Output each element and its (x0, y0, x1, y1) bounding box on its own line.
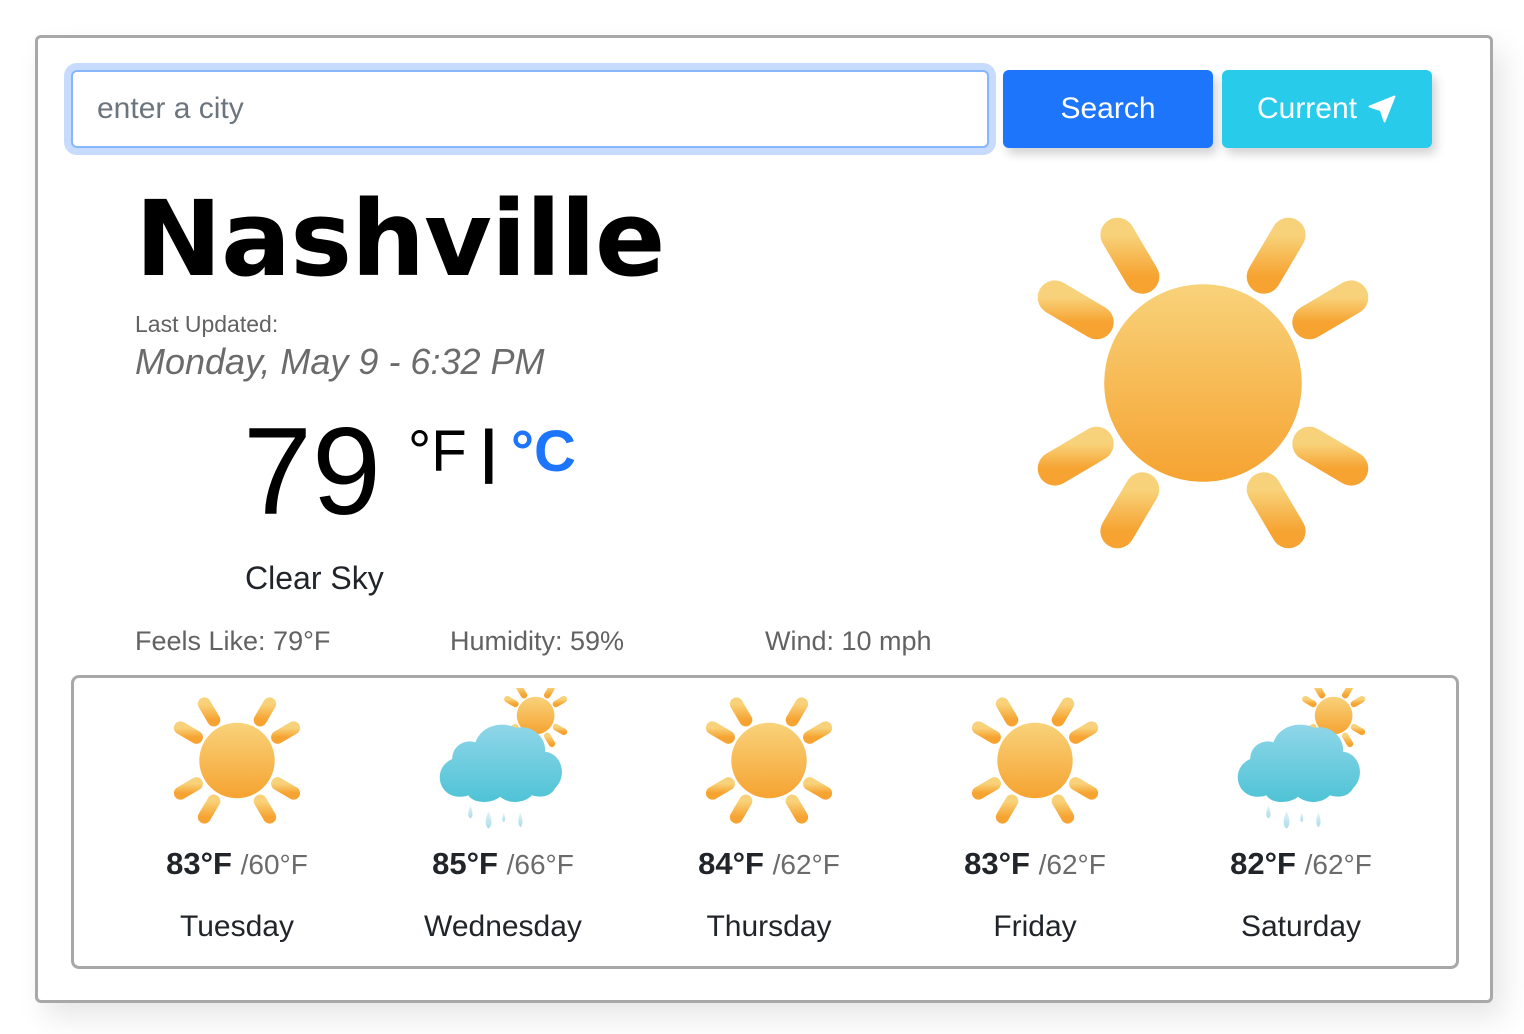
sun-icon (694, 688, 844, 833)
wind: Wind: 10 mph (765, 626, 932, 656)
location-arrow-icon (1368, 95, 1396, 123)
forecast-min: /66°F (506, 849, 574, 880)
current-location-button[interactable]: Current (1222, 70, 1432, 148)
celsius-link[interactable]: °C (511, 423, 576, 481)
forecast-max: 83°F (964, 846, 1030, 881)
forecast-day: 83°F /60°F Tuesday (104, 678, 370, 966)
forecast-day-name: Tuesday (180, 910, 294, 943)
forecast-day-name: Thursday (706, 910, 832, 943)
forecast-temps: 85°F /66°F (370, 846, 636, 882)
unit-separator: | (480, 419, 497, 484)
rain-cloud-sun-icon (428, 688, 578, 833)
sun-icon (1003, 193, 1403, 573)
city-search-input[interactable] (71, 70, 989, 148)
feels-like: Feels Like: 79°F (135, 626, 331, 656)
fahrenheit-link[interactable]: °F (408, 423, 467, 481)
forecast-max: 85°F (432, 846, 498, 881)
forecast-max: 83°F (166, 846, 232, 881)
forecast-day-name: Friday (993, 910, 1077, 943)
last-updated-date: Monday, May 9 - 6:32 PM (135, 341, 545, 382)
sun-icon (162, 688, 312, 833)
forecast-temps: 83°F /60°F (104, 846, 370, 882)
forecast-temps: 84°F /62°F (636, 846, 902, 882)
forecast-day: 82°F /62°F Saturday (1168, 678, 1434, 966)
last-updated-label: Last Updated: (135, 311, 279, 337)
forecast-day: 83°F /62°F Friday (902, 678, 1168, 966)
search-button-label: Search (1060, 92, 1156, 125)
forecast-max: 82°F (1230, 846, 1296, 881)
humidity: Humidity: 59% (450, 626, 625, 656)
forecast-day: 85°F /66°F Wednesday (370, 678, 636, 966)
forecast-max: 84°F (698, 846, 764, 881)
current-temperature: 79 (243, 403, 381, 541)
forecast-temps: 82°F /62°F (1168, 846, 1434, 882)
weather-app: Search Current Nashville Last Updated: M… (35, 35, 1493, 1003)
forecast-temps: 83°F /62°F (902, 846, 1168, 882)
current-button-label: Current (1256, 92, 1358, 125)
weather-details: Feels Like: 79°F Humidity: 59% Wind: 10 … (135, 626, 932, 657)
forecast-min: /60°F (240, 849, 308, 880)
sun-icon (960, 688, 1110, 833)
unit-toggle: °F | °C (408, 423, 576, 481)
forecast-panel: 83°F /60°F Tuesday 85°F /66°F Wednesday … (71, 675, 1459, 969)
forecast-min: /62°F (1038, 849, 1106, 880)
search-button[interactable]: Search (1003, 70, 1213, 148)
forecast-day-name: Saturday (1240, 910, 1362, 943)
forecast-min: /62°F (772, 849, 840, 880)
weather-description: Clear Sky (245, 560, 384, 596)
city-name: Nashville (135, 178, 665, 300)
forecast-day: 84°F /62°F Thursday (636, 678, 902, 966)
forecast-min: /62°F (1304, 849, 1372, 880)
forecast-day-name: Wednesday (424, 910, 582, 943)
rain-cloud-sun-icon (1226, 688, 1376, 833)
